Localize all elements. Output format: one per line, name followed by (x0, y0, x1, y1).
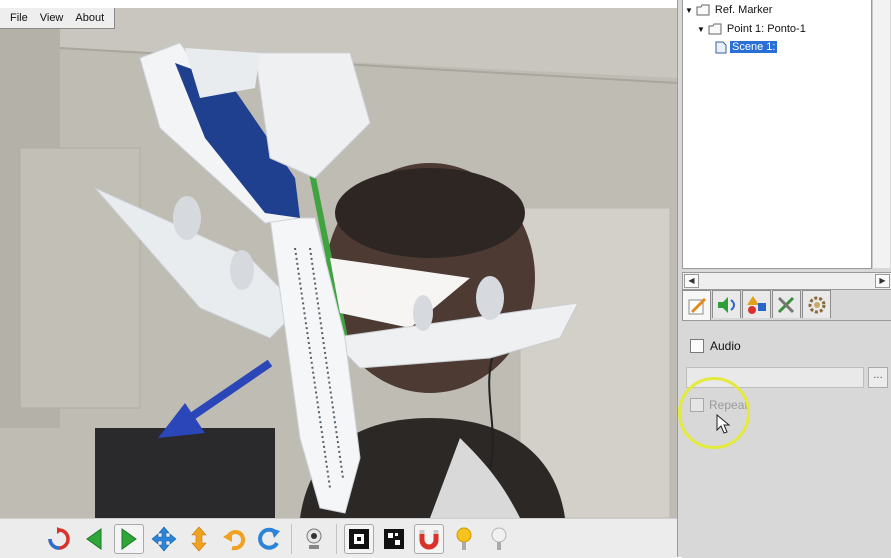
undo-icon (223, 530, 245, 551)
menu-bar: File View About (0, 8, 116, 29)
magnet-icon (419, 530, 439, 550)
light-off-icon (491, 527, 507, 550)
toolbar-separator (291, 524, 292, 554)
mouse-cursor-icon (716, 414, 731, 434)
vertical-move-button[interactable] (184, 524, 214, 554)
tree-vertical-scrollbar[interactable] (872, 0, 890, 268)
folder-icon (708, 23, 722, 35)
audio-option[interactable]: Audio (690, 339, 741, 353)
settings-tab[interactable] (802, 290, 831, 318)
marker-button[interactable] (344, 524, 374, 554)
speaker-icon (717, 296, 735, 313)
tree-node-scene[interactable]: Scene 1: (715, 39, 778, 55)
menu-view[interactable]: View (34, 12, 70, 24)
arrow-left-icon (86, 528, 102, 550)
expand-arrow-icon: ▼ (697, 24, 705, 34)
menu-file[interactable]: File (4, 12, 34, 24)
tree-node-label: Ref. Marker (714, 4, 773, 16)
audio-properties-panel: Audio ... Repeat (678, 320, 891, 558)
shapes-icon (746, 295, 766, 314)
browse-button[interactable]: ... (868, 367, 888, 388)
tools-icon (777, 296, 794, 313)
scroll-right-arrow-icon[interactable]: ▶ (875, 274, 890, 288)
audio-checkbox[interactable] (690, 339, 704, 353)
marker-pattern-button[interactable] (379, 524, 409, 554)
light-on-icon (456, 527, 472, 550)
shapes-tab[interactable] (742, 290, 771, 318)
previous-button[interactable] (79, 524, 109, 554)
webcam-icon (306, 528, 322, 549)
redo-button[interactable] (254, 524, 284, 554)
repeat-checkbox[interactable] (690, 398, 704, 412)
refresh-icon (48, 527, 70, 550)
webcam-button[interactable] (299, 524, 329, 554)
pencil-note-icon (688, 297, 706, 314)
ar-camera-viewport[interactable] (0, 8, 677, 518)
audio-label: Audio (710, 339, 741, 353)
tools-tab[interactable] (772, 290, 801, 318)
magnet-button[interactable] (414, 524, 444, 554)
tree-node-ref-marker[interactable]: ▼ Ref. Marker (685, 2, 774, 18)
tree-horizontal-scrollbar[interactable]: ◀ ▶ (682, 272, 891, 290)
scroll-left-arrow-icon[interactable]: ◀ (684, 274, 699, 288)
repeat-label: Repeat (709, 398, 748, 412)
toolbar-separator (336, 524, 337, 554)
gear-icon (808, 296, 825, 313)
updown-arrow-icon (191, 526, 207, 552)
right-panel: ▼ Ref. Marker ▼ Point 1: Ponto-1 Scene 1… (677, 0, 891, 558)
move-arrows-icon (151, 526, 177, 552)
audio-file-field[interactable] (686, 367, 864, 388)
audio-tab[interactable] (712, 290, 741, 318)
document-icon (715, 41, 727, 53)
scene-tree[interactable]: ▼ Ref. Marker ▼ Point 1: Ponto-1 Scene 1… (682, 0, 872, 269)
tree-node-point[interactable]: ▼ Point 1: Ponto-1 (697, 21, 808, 37)
tree-node-label: Point 1: Ponto-1 (726, 23, 806, 35)
reset-button[interactable] (44, 524, 74, 554)
undo-button[interactable] (219, 524, 249, 554)
redo-icon (258, 527, 280, 550)
repeat-option[interactable]: Repeat (690, 398, 748, 412)
tree-node-label: Scene 1: (730, 41, 778, 53)
property-tabs (682, 290, 831, 320)
marker-icon (349, 529, 369, 549)
light-on-button[interactable] (449, 524, 479, 554)
folder-icon (696, 4, 710, 16)
play-button[interactable] (114, 524, 144, 554)
play-icon (121, 528, 137, 550)
expand-arrow-icon: ▼ (685, 5, 693, 15)
menu-about[interactable]: About (69, 12, 110, 24)
bottom-toolbar (0, 518, 677, 558)
ar-scene (0, 8, 677, 518)
light-off-button[interactable] (484, 524, 514, 554)
marker-pattern-icon (384, 529, 404, 549)
move-button[interactable] (149, 524, 179, 554)
edit-tab[interactable] (682, 290, 711, 320)
